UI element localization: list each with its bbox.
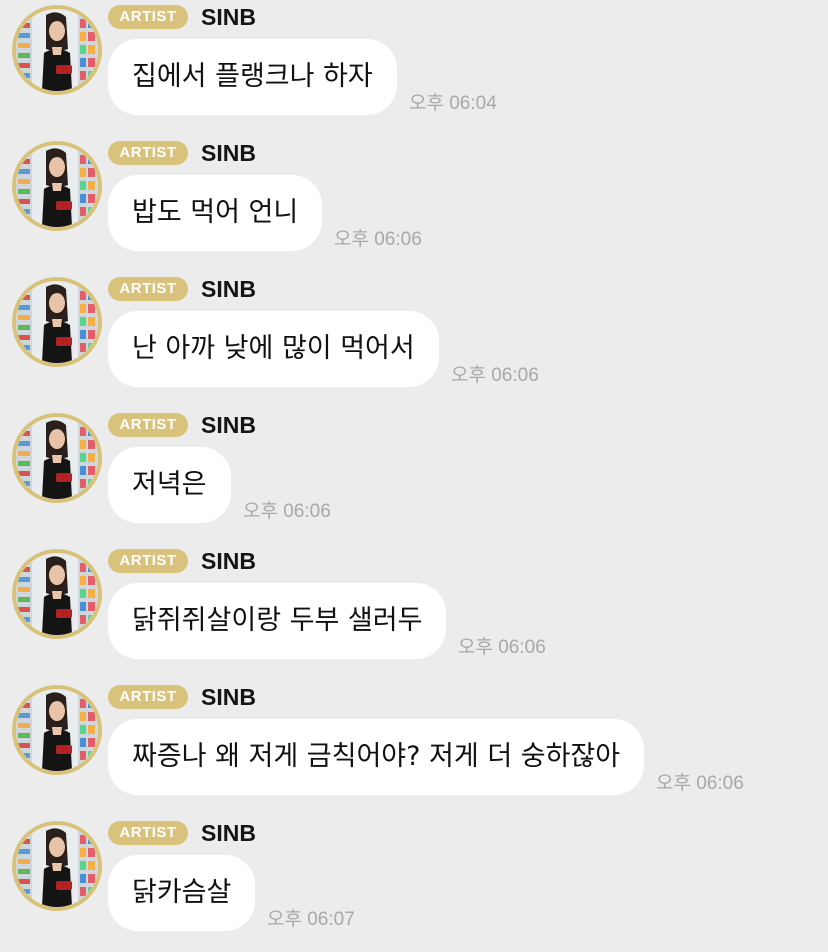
artist-badge: ARTIST <box>108 413 188 437</box>
profile-photo <box>16 281 98 363</box>
profile-photo <box>16 553 98 635</box>
message-bubble[interactable]: 저녁은 <box>108 447 231 523</box>
message-bubble[interactable]: 밥도 먹어 언니 <box>108 175 323 251</box>
message-row: ARTIST SINB 난 아까 낮에 많이 먹어서 오후 06:06 <box>0 272 828 408</box>
sender-name: SINB <box>201 412 256 438</box>
message-timestamp: 오후 06:06 <box>451 365 539 386</box>
message-timestamp: 오후 06:06 <box>334 229 422 250</box>
sender-name: SINB <box>201 820 256 846</box>
sender-name: SINB <box>201 684 256 710</box>
message-bubble[interactable]: 집에서 플랭크나 하자 <box>108 39 397 115</box>
artist-avatar[interactable] <box>12 821 102 911</box>
artist-badge: ARTIST <box>108 5 188 29</box>
profile-photo <box>16 9 98 91</box>
artist-avatar[interactable] <box>12 141 102 231</box>
sender-name: SINB <box>201 4 256 30</box>
artist-avatar[interactable] <box>12 413 102 503</box>
message-bubble[interactable]: 닭쥐쥐살이랑 두부 샐러두 <box>108 583 447 659</box>
artist-badge: ARTIST <box>108 685 188 709</box>
artist-badge: ARTIST <box>108 549 188 573</box>
artist-avatar[interactable] <box>12 277 102 367</box>
message-timestamp: 오후 06:06 <box>656 773 744 794</box>
message-row: ARTIST SINB 집에서 플랭크나 하자 오후 06:04 <box>0 0 828 136</box>
profile-photo <box>16 417 98 499</box>
message-row: ARTIST SINB 닭쥐쥐살이랑 두부 샐러두 오후 06:06 <box>0 544 828 680</box>
message-timestamp: 오후 06:06 <box>458 637 546 658</box>
message-bubble[interactable]: 난 아까 낮에 많이 먹어서 <box>108 311 439 387</box>
artist-avatar[interactable] <box>12 549 102 639</box>
profile-photo <box>16 825 98 907</box>
artist-avatar[interactable] <box>12 685 102 775</box>
message-timestamp: 오후 06:04 <box>409 93 497 114</box>
profile-photo <box>16 689 98 771</box>
message-timestamp: 오후 06:07 <box>267 909 355 930</box>
message-bubble[interactable]: 짜증나 왜 저게 금칙어야? 저게 더 숭하잖아 <box>108 719 645 795</box>
message-row: ARTIST SINB 닭카슴살 오후 06:07 <box>0 816 828 952</box>
message-row: ARTIST SINB 짜증나 왜 저게 금칙어야? 저게 더 숭하잖아 오후 … <box>0 680 828 816</box>
message-bubble[interactable]: 닭카슴살 <box>108 855 256 931</box>
artist-badge: ARTIST <box>108 141 188 165</box>
message-row: ARTIST SINB 저녁은 오후 06:06 <box>0 408 828 544</box>
message-timestamp: 오후 06:06 <box>243 501 331 522</box>
artist-badge: ARTIST <box>108 821 188 845</box>
sender-name: SINB <box>201 548 256 574</box>
artist-avatar[interactable] <box>12 5 102 95</box>
sender-name: SINB <box>201 140 256 166</box>
profile-photo <box>16 145 98 227</box>
message-row: ARTIST SINB 밥도 먹어 언니 오후 06:06 <box>0 136 828 272</box>
sender-name: SINB <box>201 276 256 302</box>
artist-badge: ARTIST <box>108 277 188 301</box>
chat-message-list[interactable]: ARTIST SINB 집에서 플랭크나 하자 오후 06:04 ARTIST … <box>0 0 828 948</box>
